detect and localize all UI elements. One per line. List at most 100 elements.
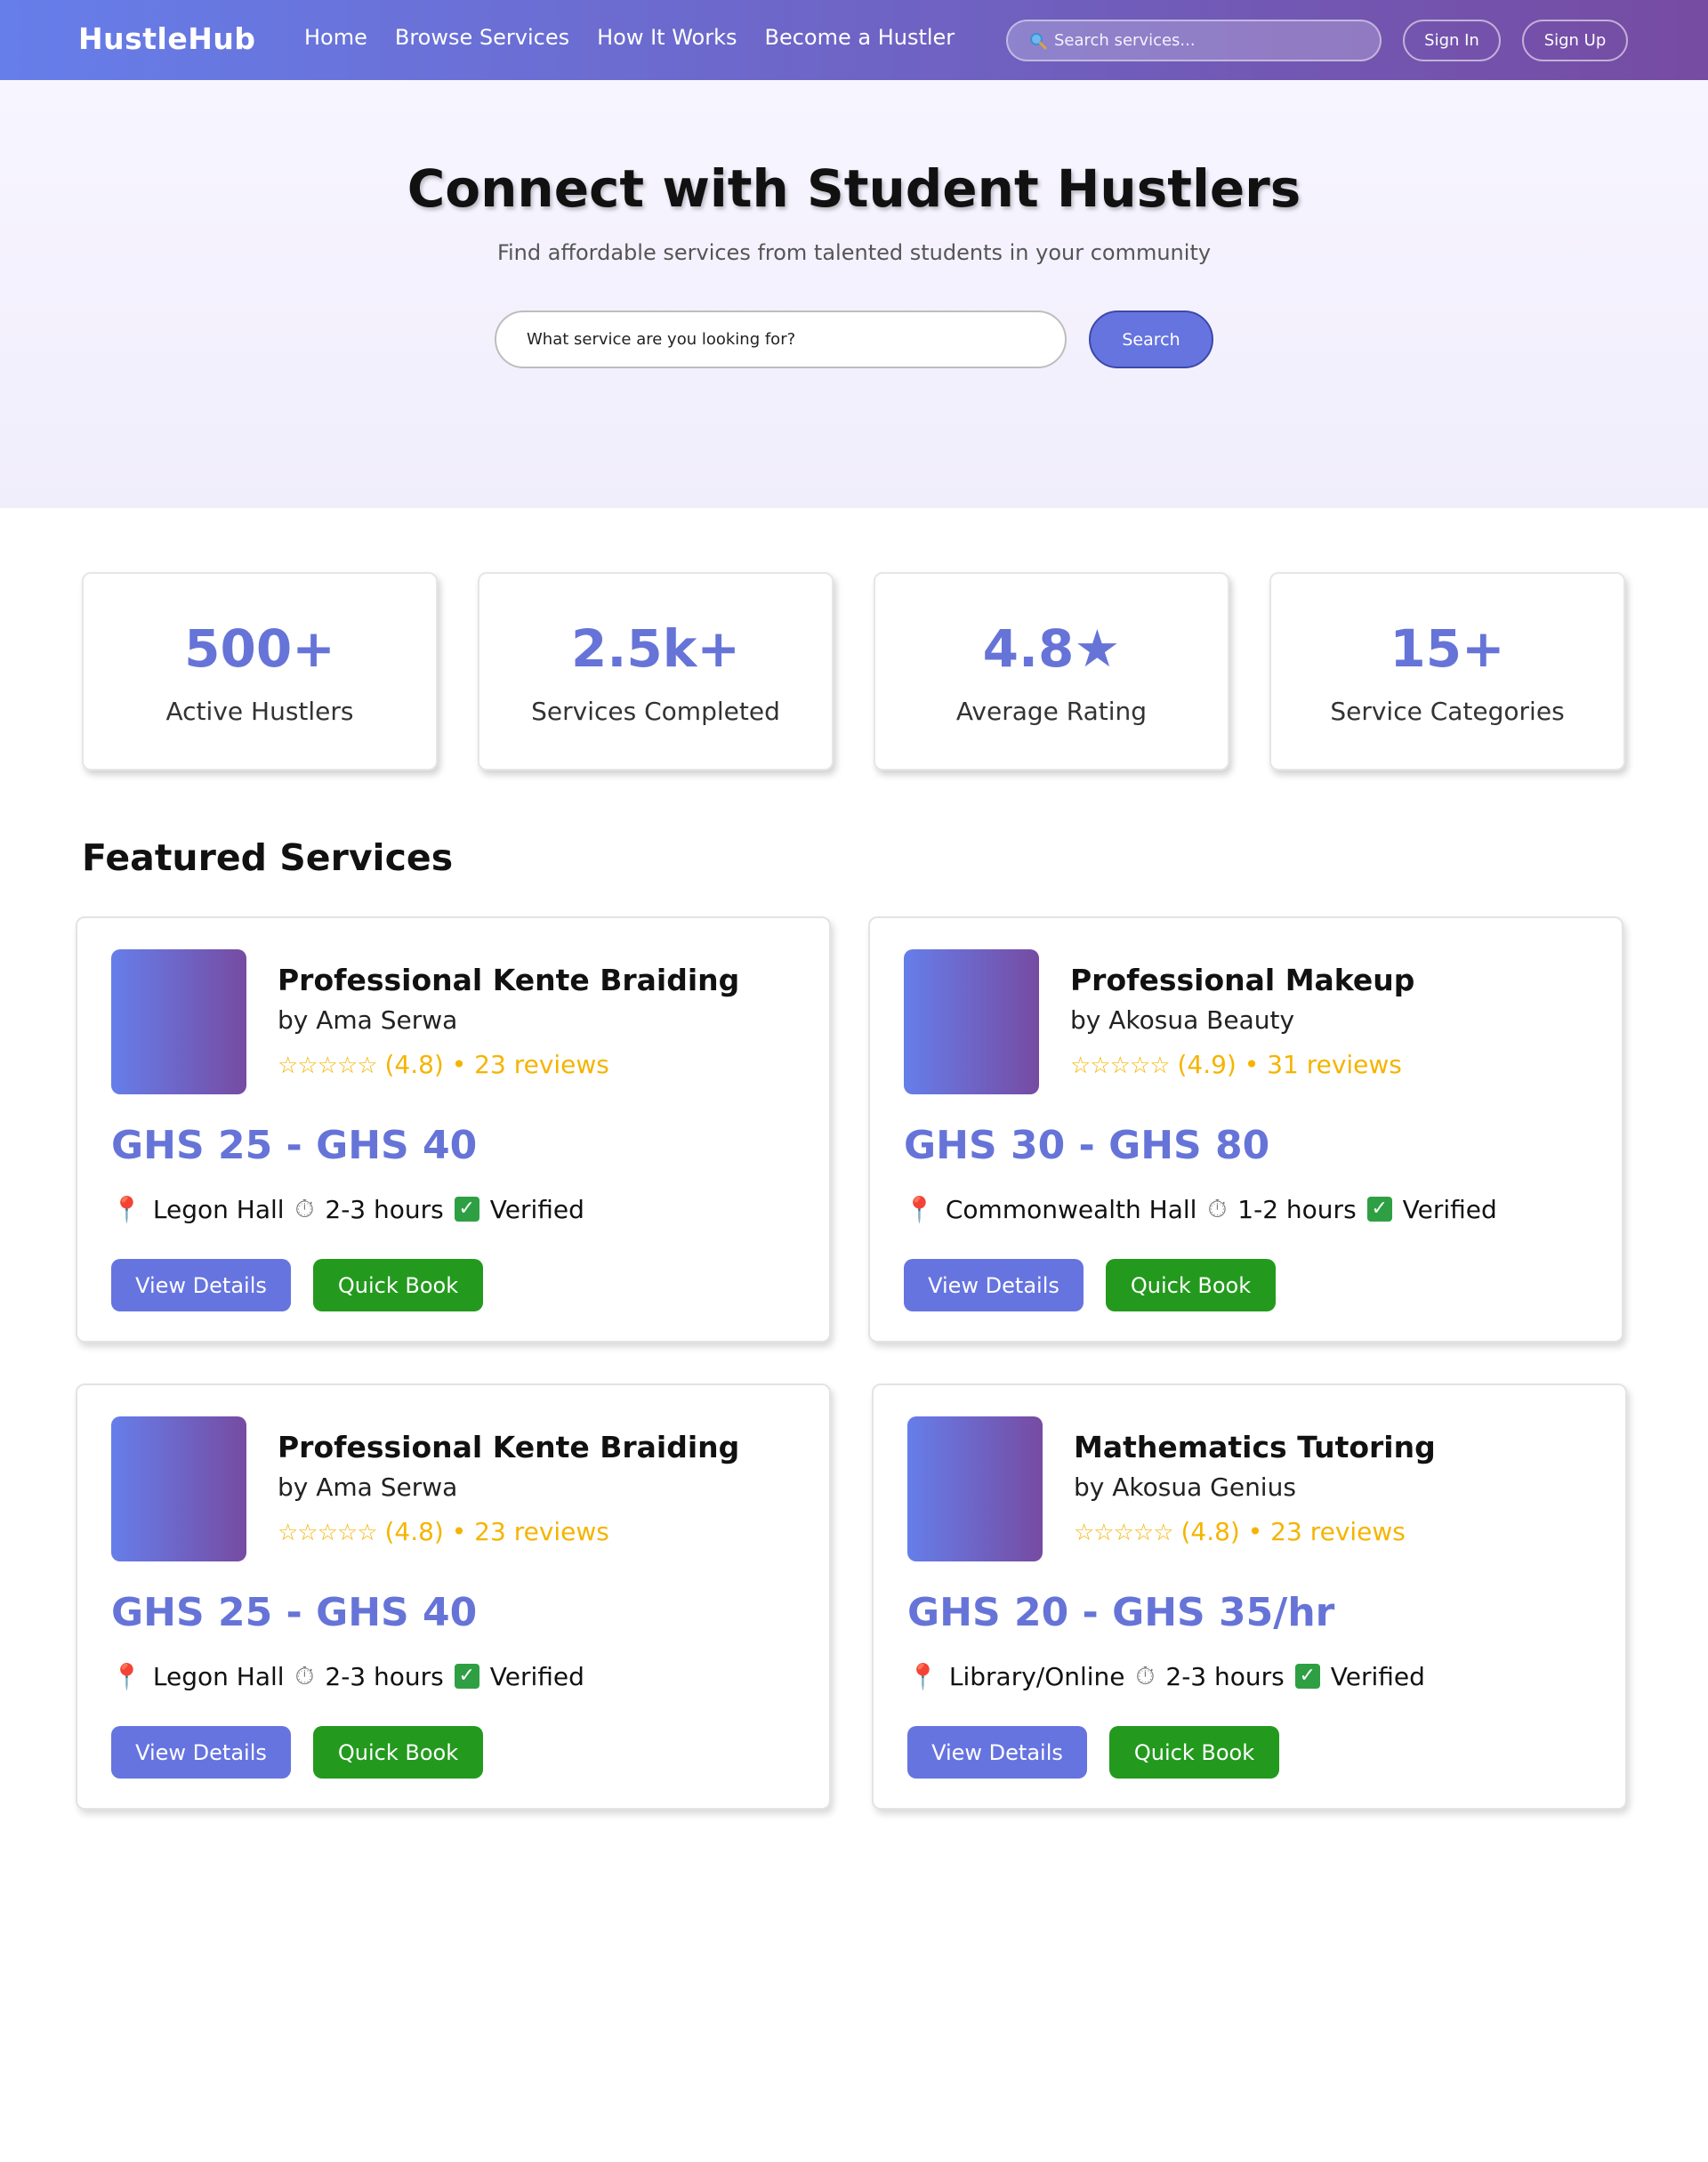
- service-location: Library/Online: [948, 1661, 1125, 1691]
- view-details-button[interactable]: View Details: [907, 1726, 1087, 1779]
- verified-label: Verified: [489, 1194, 584, 1224]
- service-title: Professional Kente Braiding: [278, 963, 740, 997]
- stat-label: Services Completed: [531, 697, 780, 726]
- service-provider: by Ama Serwa: [278, 1005, 458, 1035]
- stopwatch-icon: ⏱: [1207, 1194, 1228, 1223]
- verified-check-icon: ✓: [1294, 1664, 1320, 1689]
- stat-label: Average Rating: [955, 697, 1148, 726]
- hero-search-button[interactable]: Search: [1089, 311, 1213, 368]
- service-title: Mathematics Tutoring: [1074, 1430, 1436, 1464]
- service-meta: 📍 Legon Hall ⏱ 2-3 hours ✓ Verified: [111, 1194, 584, 1224]
- service-card[interactable]: Professional Kente Braiding by Ama Serwa…: [76, 916, 831, 1343]
- hero-section: Connect with Student Hustlers Find affor…: [0, 80, 1708, 508]
- sign-up-button[interactable]: Sign Up: [1522, 20, 1628, 61]
- quick-book-button[interactable]: Quick Book: [1106, 1259, 1276, 1311]
- nav-links: Home Browse Services How It Works Become…: [304, 25, 955, 50]
- star-rating-icon: ☆☆☆☆☆: [278, 1053, 378, 1079]
- service-rating: ☆☆☆☆☆ (4.8) • 23 reviews: [1074, 1517, 1406, 1546]
- view-details-button[interactable]: View Details: [904, 1259, 1084, 1311]
- service-price: GHS 20 - GHS 35/hr: [907, 1590, 1335, 1635]
- nav-link-home[interactable]: Home: [304, 25, 367, 50]
- hero-search-input[interactable]: [495, 311, 1067, 368]
- service-price: GHS 25 - GHS 40: [111, 1123, 478, 1168]
- service-provider: by Akosua Genius: [1074, 1472, 1296, 1502]
- stat-card-service-categories: 15+ Service Categories: [1269, 572, 1625, 770]
- service-meta: 📍 Library/Online ⏱ 2-3 hours ✓ Verified: [907, 1661, 1425, 1691]
- service-provider: by Akosua Beauty: [1070, 1005, 1295, 1035]
- nav-link-browse-services[interactable]: Browse Services: [395, 25, 569, 50]
- hero-title: Connect with Student Hustlers: [407, 158, 1301, 219]
- featured-services-heading: Featured Services: [82, 836, 454, 879]
- star-rating-icon: ☆☆☆☆☆: [1070, 1053, 1171, 1079]
- service-rating: ☆☆☆☆☆ (4.8) • 23 reviews: [278, 1517, 609, 1546]
- review-count: • 23 reviews: [451, 1517, 609, 1546]
- service-card[interactable]: Professional Kente Braiding by Ama Serwa…: [76, 1384, 831, 1810]
- service-duration: 1-2 hours: [1237, 1194, 1357, 1224]
- rating-value: (4.8): [1180, 1517, 1240, 1546]
- stat-card-hustlers: 500+ Active Hustlers: [82, 572, 438, 770]
- service-title: Professional Kente Braiding: [278, 1430, 740, 1464]
- verified-check-icon: ✓: [454, 1197, 479, 1222]
- quick-book-button[interactable]: Quick Book: [1109, 1726, 1279, 1779]
- quick-book-button[interactable]: Quick Book: [313, 1726, 483, 1779]
- location-pin-icon: 📍: [111, 1661, 142, 1691]
- stat-label: Service Categories: [1330, 697, 1565, 726]
- review-count: • 23 reviews: [1247, 1517, 1406, 1546]
- stopwatch-icon: ⏱: [294, 1661, 315, 1690]
- stopwatch-icon: ⏱: [294, 1194, 315, 1223]
- service-rating: ☆☆☆☆☆ (4.9) • 31 reviews: [1070, 1050, 1402, 1079]
- rating-value: (4.8): [384, 1517, 444, 1546]
- review-count: • 31 reviews: [1244, 1050, 1402, 1079]
- service-rating: ☆☆☆☆☆ (4.8) • 23 reviews: [278, 1050, 609, 1079]
- sign-in-button[interactable]: Sign In: [1403, 20, 1501, 61]
- service-thumbnail: [904, 949, 1039, 1094]
- location-pin-icon: 📍: [907, 1661, 939, 1691]
- service-location: Commonwealth Hall: [945, 1194, 1197, 1224]
- stat-value: 500+: [184, 618, 335, 679]
- rating-value: (4.9): [1177, 1050, 1237, 1079]
- verified-label: Verified: [1330, 1661, 1425, 1691]
- quick-book-button[interactable]: Quick Book: [313, 1259, 483, 1311]
- nav-search-input[interactable]: [1054, 31, 1357, 50]
- service-price: GHS 30 - GHS 80: [904, 1123, 1270, 1168]
- location-pin-icon: 📍: [111, 1194, 142, 1224]
- verified-check-icon: ✓: [454, 1664, 479, 1689]
- service-meta: 📍 Commonwealth Hall ⏱ 1-2 hours ✓ Verifi…: [904, 1194, 1497, 1224]
- stopwatch-icon: ⏱: [1135, 1661, 1156, 1690]
- stat-card-average-rating: 4.8★ Average Rating: [874, 572, 1229, 770]
- service-thumbnail: [111, 949, 246, 1094]
- verified-label: Verified: [1402, 1194, 1497, 1224]
- rating-value: (4.8): [384, 1050, 444, 1079]
- nav-search-box[interactable]: [1006, 20, 1382, 61]
- service-location: Legon Hall: [152, 1661, 285, 1691]
- service-card[interactable]: Professional Makeup by Akosua Beauty ☆☆☆…: [868, 916, 1623, 1343]
- service-provider: by Ama Serwa: [278, 1472, 458, 1502]
- search-icon: [1030, 32, 1047, 49]
- service-duration: 2-3 hours: [325, 1661, 444, 1691]
- stat-card-services-completed: 2.5k+ Services Completed: [478, 572, 834, 770]
- service-thumbnail: [907, 1416, 1043, 1561]
- star-rating-icon: ☆☆☆☆☆: [278, 1520, 378, 1546]
- view-details-button[interactable]: View Details: [111, 1259, 291, 1311]
- service-card[interactable]: Mathematics Tutoring by Akosua Genius ☆☆…: [872, 1384, 1627, 1810]
- service-meta: 📍 Legon Hall ⏱ 2-3 hours ✓ Verified: [111, 1661, 584, 1691]
- star-rating-icon: ☆☆☆☆☆: [1074, 1520, 1174, 1546]
- hero-subtitle: Find affordable services from talented s…: [496, 240, 1212, 265]
- stat-value: 4.8★: [982, 618, 1121, 679]
- stat-value: 15+: [1390, 618, 1505, 679]
- nav-link-how-it-works[interactable]: How It Works: [597, 25, 737, 50]
- service-duration: 2-3 hours: [1165, 1661, 1285, 1691]
- verified-check-icon: ✓: [1366, 1197, 1392, 1222]
- service-location: Legon Hall: [152, 1194, 285, 1224]
- view-details-button[interactable]: View Details: [111, 1726, 291, 1779]
- location-pin-icon: 📍: [904, 1194, 935, 1224]
- verified-label: Verified: [489, 1661, 584, 1691]
- stat-label: Active Hustlers: [165, 697, 354, 726]
- service-title: Professional Makeup: [1070, 963, 1415, 997]
- stat-value: 2.5k+: [571, 618, 740, 679]
- review-count: • 23 reviews: [451, 1050, 609, 1079]
- top-navbar: HustleHub Home Browse Services How It Wo…: [0, 0, 1708, 80]
- logo[interactable]: HustleHub: [78, 21, 255, 56]
- nav-link-become-hustler[interactable]: Become a Hustler: [764, 25, 955, 50]
- service-price: GHS 25 - GHS 40: [111, 1590, 478, 1635]
